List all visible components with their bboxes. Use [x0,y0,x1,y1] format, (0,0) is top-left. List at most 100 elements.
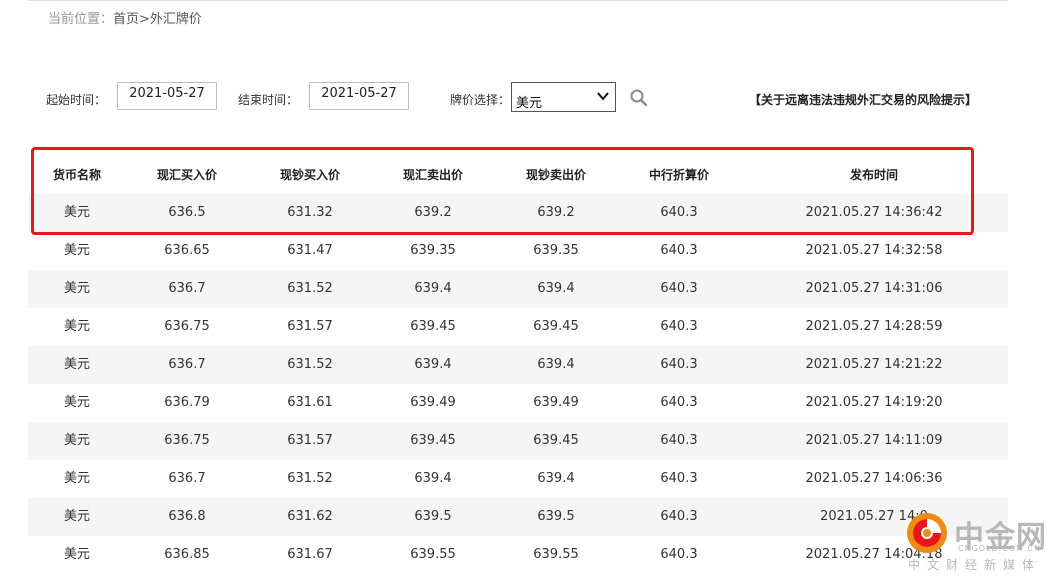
cell-cash-buy: 631.61 [287,395,333,410]
search-icon[interactable] [629,88,649,108]
filter-bar: 起始时间： 2021-05-27 结束时间： 2021-05-27 牌价选择： … [0,82,1060,114]
breadcrumb-prefix: 当前位置： [48,12,114,27]
cell-fx-buy: 636.7 [168,471,206,486]
cell-cash-buy: 631.52 [287,281,333,296]
table-row: 美元 636.75 631.57 639.45 639.45 640.3 2021.05.2… [28,308,1008,346]
cell-fx-sell: 639.2 [414,205,452,220]
currency-select-value: 美元 [516,96,543,111]
table-row: 美元 636.7 631.52 639.4 639.4 640.3 2021.05.27 1… [28,460,1008,498]
cell-cash-buy: 631.32 [287,205,333,220]
cell-fx-buy: 636.79 [164,395,210,410]
table-row: 美元 636.7 631.52 639.4 639.4 640.3 2021.05.27 1… [28,270,1008,308]
header-fx-sell: 现汇卖出价 [402,168,463,182]
cell-currency: 美元 [63,205,90,220]
table-row: 美元 636.79 631.61 639.49 639.49 640.3 2021.05.2… [28,384,1008,422]
cell-fx-buy: 636.65 [164,243,210,258]
cell-cash-sell: 639.5 [537,509,575,524]
cell-cash-sell: 639.45 [533,433,579,448]
cell-currency: 美元 [63,509,90,524]
cell-fx-sell: 639.49 [410,395,456,410]
cell-currency: 美元 [63,547,90,562]
cell-fx-sell: 639.4 [414,357,452,372]
cell-fx-sell: 639.35 [410,243,456,258]
price-select-label: 牌价选择： [450,93,511,107]
cell-boc-rate: 640.3 [660,509,698,524]
header-currency: 货币名称 [52,168,101,182]
exchange-rate-table: 货币名称 现汇买入价 现钞买入价 现汇卖出价 现钞卖出价 中行折算价 发布时间 … [28,156,1008,574]
cell-boc-rate: 640.3 [660,205,698,220]
table-row: 美元 636.85 631.67 639.55 639.55 640.3 2021.05.2… [28,536,1008,574]
cell-cash-sell: 639.2 [537,205,575,220]
cell-currency: 美元 [63,471,90,486]
cell-cash-sell: 639.55 [533,547,579,562]
cell-fx-buy: 636.8 [168,509,206,524]
cell-fx-buy: 636.7 [168,357,206,372]
table-row: 美元 636.5 631.32 639.2 639.2 640.3 2021.05.27 1… [28,194,1008,232]
cell-publish-time: 2021.05.27 14:06:36 [805,471,943,486]
cell-boc-rate: 640.3 [660,547,698,562]
start-date-input[interactable]: 2021-05-27 [117,82,217,110]
end-date-input[interactable]: 2021-05-27 [309,82,409,110]
cell-fx-sell: 639.4 [414,281,452,296]
cell-cash-sell: 639.4 [537,471,575,486]
cell-boc-rate: 640.3 [660,243,698,258]
cell-cash-buy: 631.52 [287,357,333,372]
header-fx-buy: 现汇买入价 [156,168,217,182]
cell-fx-sell: 639.4 [414,471,452,486]
cell-cash-buy: 631.62 [287,509,333,524]
top-divider [28,0,1008,1]
risk-warning-link[interactable]: 【关于远离违法违规外汇交易的风险提示】 [749,91,977,108]
watermark-domain: CNGOLD.COM.CN [958,544,1042,553]
cell-fx-buy: 636.75 [164,319,210,334]
watermark: 中金网 CNGOLD.COM.CN 中文财经新媒体 [904,510,1054,578]
cell-boc-rate: 640.3 [660,357,698,372]
header-cash-buy: 现钞买入价 [279,168,340,182]
cell-fx-buy: 636.5 [168,205,206,220]
cell-boc-rate: 640.3 [660,433,698,448]
cell-cash-sell: 639.35 [533,243,579,258]
cell-fx-buy: 636.75 [164,433,210,448]
cell-fx-sell: 639.45 [410,319,456,334]
cell-cash-buy: 631.52 [287,471,333,486]
cell-currency: 美元 [63,319,90,334]
header-boc-rate: 中行折算价 [648,168,709,182]
cell-fx-buy: 636.7 [168,281,206,296]
cell-cash-sell: 639.4 [537,281,575,296]
currency-select[interactable]: 美元 [511,82,616,112]
cell-cash-sell: 639.4 [537,357,575,372]
breadcrumb: 当前位置：首页>外汇牌价 [48,8,202,27]
cell-publish-time: 2021.05.27 14:36:42 [805,205,943,220]
cell-publish-time: 2021.05.27 14:11:09 [805,433,943,448]
header-cash-sell: 现钞卖出价 [525,168,586,182]
cell-currency: 美元 [63,281,90,296]
cell-cash-sell: 639.49 [533,395,579,410]
watermark-slogan: 中文财经新媒体 [908,558,1042,572]
cell-currency: 美元 [63,243,90,258]
table-row: 美元 636.65 631.47 639.35 639.35 640.3 2021.05.2… [28,232,1008,270]
cell-currency: 美元 [63,433,90,448]
chevron-down-icon [597,92,609,101]
cell-cash-buy: 631.57 [287,319,333,334]
cell-boc-rate: 640.3 [660,281,698,296]
cell-boc-rate: 640.3 [660,395,698,410]
cell-fx-sell: 639.55 [410,547,456,562]
table-row: 美元 636.8 631.62 639.5 639.5 640.3 2021.05.27 1… [28,498,1008,536]
cell-boc-rate: 640.3 [660,319,698,334]
end-date-label: 结束时间： [238,93,299,107]
cell-fx-sell: 639.5 [414,509,452,524]
table-row: 美元 636.75 631.57 639.45 639.45 640.3 2021.05.2… [28,422,1008,460]
cell-publish-time: 2021.05.27 14:31:06 [805,281,943,296]
breadcrumb-current[interactable]: 首页>外汇牌价 [113,12,202,27]
header-publish-time: 发布时间 [849,168,898,182]
cell-currency: 美元 [63,395,90,410]
cell-publish-time: 2021.05.27 14:21:22 [805,357,943,372]
cell-fx-buy: 636.85 [164,547,210,562]
table-row: 美元 636.7 631.52 639.4 639.4 640.3 2021.05.27 1… [28,346,1008,384]
cell-cash-buy: 631.57 [287,433,333,448]
cell-boc-rate: 640.3 [660,471,698,486]
cell-publish-time: 2021.05.27 14:19:20 [805,395,943,410]
cell-cash-sell: 639.45 [533,319,579,334]
cell-publish-time: 2021.05.27 14:32:58 [805,243,943,258]
table-header-row: 货币名称 现汇买入价 现钞买入价 现汇卖出价 现钞卖出价 中行折算价 发布时间 [28,156,1008,194]
cell-cash-buy: 631.47 [287,243,333,258]
